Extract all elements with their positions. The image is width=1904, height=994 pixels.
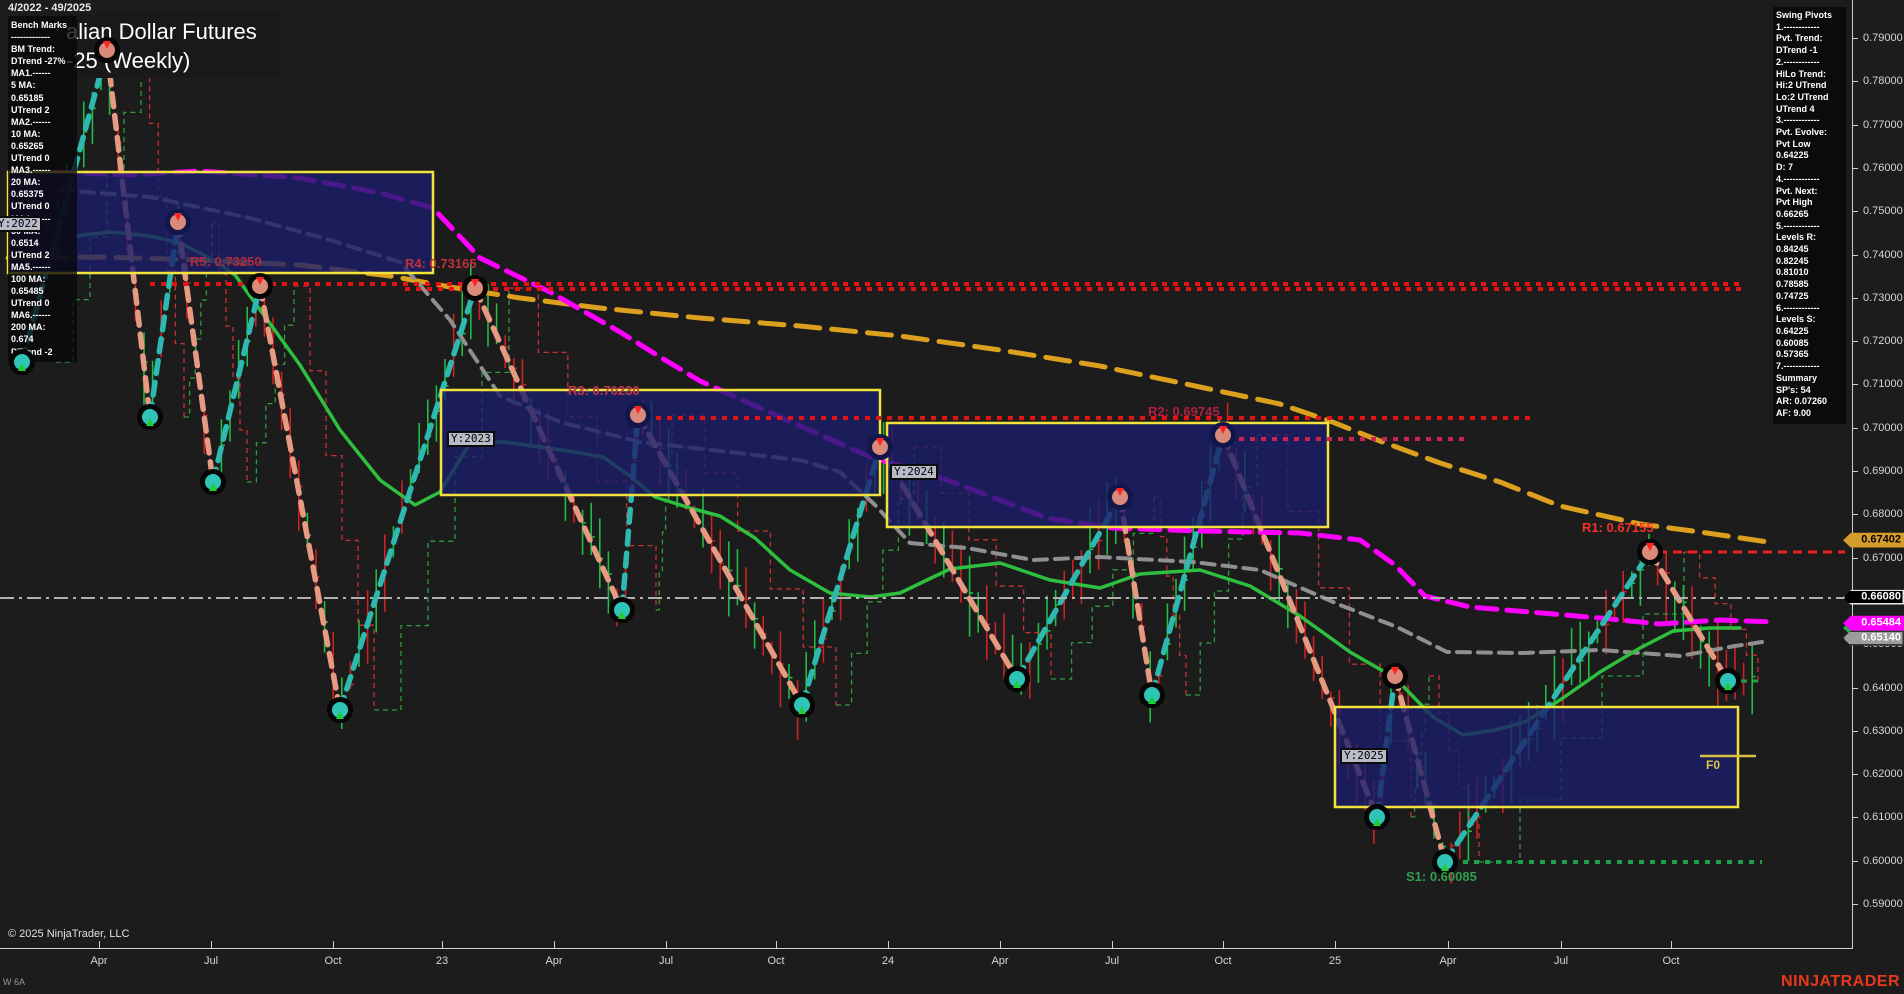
level-label-R2: R2: 0.69745 — [1148, 404, 1220, 419]
level-label-R1: R1: 0.67155 — [1582, 520, 1654, 535]
level-label-R3: R3: 0.70230 — [568, 383, 640, 398]
pivot-circles[interactable] — [12, 40, 1739, 873]
f0-label: F0 — [1706, 758, 1720, 772]
year-label-Y:2024[interactable]: Y:2024 — [890, 464, 938, 480]
chart-window: alian Dollar Futures -25 (Weekly) 4/2022… — [0, 0, 1904, 994]
level-label-S1: S1: 0.60085 — [1406, 869, 1477, 884]
year-label-Y:2022[interactable]: Y:2022 — [0, 216, 42, 232]
year-label-Y:2025[interactable]: Y:2025 — [1340, 748, 1388, 764]
year-label-Y:2023[interactable]: Y:2023 — [447, 431, 495, 447]
level-label-R5: R5: 0.73250 — [190, 254, 262, 269]
level-label-R4: R4: 0.73165 — [405, 256, 477, 271]
pivot-markers-layer — [0, 0, 1904, 994]
date-range-label: 4/2022 - 49/2025 — [8, 2, 91, 14]
